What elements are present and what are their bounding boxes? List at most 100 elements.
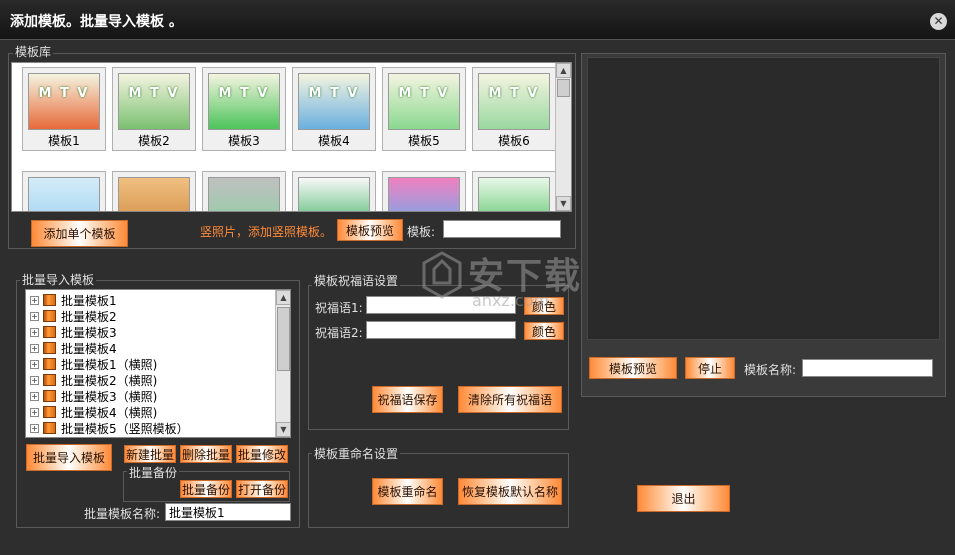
tree-item[interactable]: + 批量模板2（横照): [30, 372, 157, 388]
thumbnail-text: M T V: [38, 86, 90, 101]
template-preview-button[interactable]: 模板预览: [337, 219, 403, 241]
tree-scrollbar[interactable]: ▲ ▼: [275, 290, 290, 437]
scroll-up-icon[interactable]: ▲: [276, 290, 290, 305]
template-thumbnail-image: M T V: [208, 73, 280, 130]
template-thumb[interactable]: M T V 模板6: [472, 67, 556, 151]
scroll-thumb[interactable]: [557, 79, 570, 97]
template-caption: 模板2: [138, 134, 170, 148]
add-single-template-button[interactable]: 添加单个模板: [31, 220, 128, 247]
template-caption: 模板5: [408, 134, 440, 148]
scroll-thumb[interactable]: [277, 307, 290, 371]
scroll-down-icon[interactable]: ▼: [556, 196, 571, 211]
template-thumb[interactable]: [22, 171, 106, 211]
thumbnail-text: M T V: [488, 86, 540, 101]
thumbnail-text: M T V: [398, 86, 450, 101]
watermark: 安下载 anxz.com: [420, 245, 590, 323]
book-icon: [43, 294, 56, 306]
template-thumb[interactable]: M T V 模板5: [382, 67, 466, 151]
blessing-2-field[interactable]: [366, 321, 516, 339]
thumbnail-text: M T V: [218, 86, 270, 101]
open-backup-button[interactable]: 打开备份: [236, 480, 288, 498]
template-thumb[interactable]: [472, 171, 556, 211]
template-thumbnail-image: M T V: [388, 73, 460, 130]
template-thumb[interactable]: M T V 模板4: [292, 67, 376, 151]
template-name-label: 模板名称:: [744, 363, 797, 377]
scroll-up-icon[interactable]: ▲: [556, 63, 571, 78]
tree-item[interactable]: + 批量模板2: [30, 308, 117, 324]
save-blessing-button[interactable]: 祝福语保存: [372, 386, 443, 413]
tree-item[interactable]: + 批量模板4（横照): [30, 404, 157, 420]
batch-name-label: 批量模板名称:: [84, 507, 161, 521]
template-thumb[interactable]: [382, 171, 466, 211]
book-icon: [43, 390, 56, 402]
batch-import-button[interactable]: 批量导入模板: [26, 444, 112, 471]
template-thumbnail-image: M T V: [118, 73, 190, 130]
expand-icon[interactable]: +: [30, 359, 39, 369]
batch-name-field[interactable]: [165, 503, 291, 521]
preview-play-button[interactable]: 模板预览: [589, 357, 677, 379]
library-label: 模板库: [13, 43, 54, 60]
expand-icon[interactable]: +: [30, 343, 39, 353]
tree-item[interactable]: + 批量模板5（竖照模板）: [30, 420, 189, 436]
template-thumb[interactable]: [292, 171, 376, 211]
book-icon: [43, 374, 56, 386]
preview-screen: [587, 57, 940, 340]
title-bar: 添加模板。批量导入模板 。 ✕: [0, 0, 955, 40]
tree-item[interactable]: + 批量模板4: [30, 340, 117, 356]
scroll-down-icon[interactable]: ▼: [276, 422, 290, 437]
expand-icon[interactable]: +: [30, 407, 39, 417]
tree-item[interactable]: + 批量模板3（横照): [30, 388, 157, 404]
batch-label: 批量导入模板: [20, 271, 97, 288]
template-thumb[interactable]: M T V 模板3: [202, 67, 286, 151]
exit-button[interactable]: 退出: [637, 485, 730, 512]
template-thumb[interactable]: M T V 模板2: [112, 67, 196, 151]
template-field[interactable]: [443, 220, 561, 238]
clear-blessings-button[interactable]: 清除所有祝福语: [458, 386, 562, 413]
new-batch-button[interactable]: 新建批量: [124, 445, 176, 463]
expand-icon[interactable]: +: [30, 295, 39, 305]
blessing-label: 模板祝福语设置: [312, 272, 401, 289]
tree-item[interactable]: + 批量模板3: [30, 324, 117, 340]
backup-group-label: 批量备份: [127, 464, 180, 481]
book-icon: [43, 358, 56, 370]
window-title: 添加模板。批量导入模板 。: [10, 14, 183, 30]
blessing-2-color-button[interactable]: 颜色: [524, 322, 564, 340]
stop-button[interactable]: 停止: [685, 357, 735, 379]
backup-batch-button[interactable]: 批量备份: [180, 480, 232, 498]
expand-icon[interactable]: +: [30, 327, 39, 337]
blessing-1-label: 祝福语1:: [315, 301, 363, 315]
tree-item-label: 批量模板1: [61, 293, 117, 308]
tree-item-label: 批量模板3（横照): [61, 389, 158, 404]
book-icon: [43, 342, 56, 354]
book-icon: [43, 406, 56, 418]
close-icon[interactable]: ✕: [930, 13, 947, 30]
template-caption: 模板3: [228, 134, 260, 148]
template-thumb[interactable]: [112, 171, 196, 211]
tree-item-label: 批量模板5（竖照模板）: [61, 421, 189, 436]
template-caption: 模板4: [318, 134, 350, 148]
tree-item-label: 批量模板2（横照): [61, 373, 158, 388]
template-label: 模板:: [407, 225, 436, 239]
template-caption: 模板1: [48, 134, 80, 148]
tree-item-label: 批量模板4（横照): [61, 405, 158, 420]
rename-template-button[interactable]: 模板重命名: [372, 478, 443, 505]
delete-batch-button[interactable]: 删除批量: [180, 445, 232, 463]
watermark-domain: anxz.com: [472, 291, 550, 310]
tree-item[interactable]: + 批量模板1（横照): [30, 356, 157, 372]
restore-default-names-button[interactable]: 恢复模板默认名称: [458, 478, 562, 505]
tree-item-label: 批量模板1（横照): [61, 357, 158, 372]
expand-icon[interactable]: +: [30, 423, 39, 433]
template-thumb[interactable]: M T V 模板1: [22, 67, 106, 151]
thumbnail-text: M T V: [308, 86, 360, 101]
tree-item-label: 批量模板2: [61, 309, 117, 324]
expand-icon[interactable]: +: [30, 311, 39, 321]
template-name-field[interactable]: [802, 359, 933, 377]
portrait-hint: 竖照片，添加竖照模板。: [200, 225, 333, 239]
template-thumb[interactable]: [202, 171, 286, 211]
tree-item[interactable]: + 批量模板1: [30, 292, 117, 308]
modify-batch-button[interactable]: 批量修改: [236, 445, 288, 463]
expand-icon[interactable]: +: [30, 375, 39, 385]
expand-icon[interactable]: +: [30, 391, 39, 401]
template-gallery: M T V 模板1 M T V 模板2 M T V 模板3 M T V 模板4 M T V 模板5…: [11, 62, 572, 212]
gallery-scrollbar[interactable]: ▲ ▼: [555, 63, 571, 211]
